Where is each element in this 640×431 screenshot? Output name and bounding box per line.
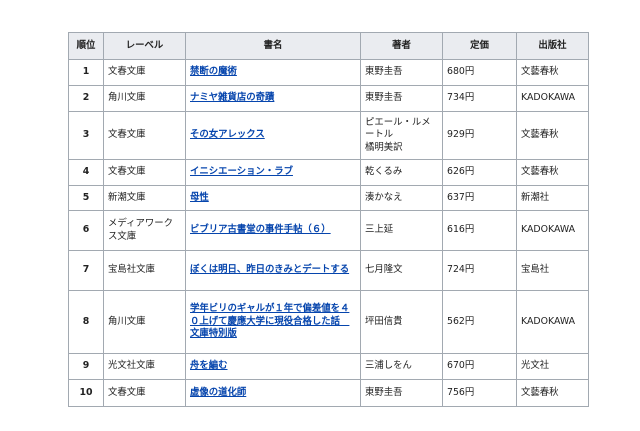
rank-cell: 9 (68, 353, 104, 380)
book-title-link[interactable]: 母性 (190, 192, 209, 203)
author-cell: ピエール・ルメートル 橘明美訳 (360, 111, 443, 160)
table-row: 8 角川文庫 学年ビリのギャルが１年で偏差値を４０上げて慶應大学に現役合格した話… (68, 290, 589, 354)
table-row: 4 文春文庫 イニシエーション・ラブ 乾くるみ 626円 文藝春秋 (68, 159, 589, 186)
book-title-link[interactable]: ビブリア古書堂の事件手帖（６） (190, 224, 331, 235)
table-row: 2 角川文庫 ナミヤ雑貨店の奇蹟 東野圭吾 734円 KADOKAWA (68, 85, 589, 112)
book-title-link[interactable]: その女アレックス (190, 129, 265, 140)
author-cell: 東野圭吾 (360, 85, 443, 112)
publisher-cell: 新潮社 (516, 185, 589, 211)
title-cell: 虚像の道化師 (185, 379, 361, 407)
author-cell: 乾くるみ (360, 159, 443, 186)
rank-cell: 4 (68, 159, 104, 186)
table-row: 10 文春文庫 虚像の道化師 東野圭吾 756円 文藝春秋 (68, 379, 589, 407)
title-cell: 母性 (185, 185, 361, 211)
price-cell: 724円 (442, 250, 517, 291)
label-cell: 光文社文庫 (103, 353, 186, 380)
title-cell: ぼくは明日、昨日のきみとデートする (185, 250, 361, 291)
book-title-link[interactable]: ナミヤ雑貨店の奇蹟 (190, 92, 274, 103)
rank-cell: 5 (68, 185, 104, 211)
price-cell: 670円 (442, 353, 517, 380)
author-cell: 東野圭吾 (360, 379, 443, 407)
label-cell: 文春文庫 (103, 111, 186, 160)
title-cell: 禁断の魔術 (185, 59, 361, 86)
table-row: 9 光文社文庫 舟を編む 三浦しをん 670円 光文社 (68, 353, 589, 380)
rank-cell: 6 (68, 210, 104, 251)
author-cell: 三上延 (360, 210, 443, 251)
header-publisher: 出版社 (516, 32, 589, 60)
table-row: 3 文春文庫 その女アレックス ピエール・ルメートル 橘明美訳 929円 文藝春… (68, 111, 589, 160)
author-cell: 湊かなえ (360, 185, 443, 211)
header-rank: 順位 (68, 32, 104, 60)
price-cell: 680円 (442, 59, 517, 86)
book-title-link[interactable]: 学年ビリのギャルが１年で偏差値を４０上げて慶應大学に現役合格した話 文庫特別版 (190, 303, 349, 339)
label-cell: 文春文庫 (103, 379, 186, 407)
bestseller-ranking-table: 順位 レーベル 書名 著者 定価 出版社 1 文春文庫 禁断の魔術 東野圭吾 6… (68, 32, 589, 407)
table-row: 5 新潮文庫 母性 湊かなえ 637円 新潮社 (68, 185, 589, 211)
header-price: 定価 (442, 32, 517, 60)
table-header-row: 順位 レーベル 書名 著者 定価 出版社 (68, 32, 589, 60)
title-cell: その女アレックス (185, 111, 361, 160)
publisher-cell: 文藝春秋 (516, 379, 589, 407)
book-title-link[interactable]: ぼくは明日、昨日のきみとデートする (190, 264, 349, 275)
label-cell: 新潮文庫 (103, 185, 186, 211)
price-cell: 929円 (442, 111, 517, 160)
price-cell: 637円 (442, 185, 517, 211)
book-title-link[interactable]: イニシエーション・ラブ (190, 166, 293, 177)
publisher-cell: 光文社 (516, 353, 589, 380)
label-cell: 角川文庫 (103, 85, 186, 112)
price-cell: 734円 (442, 85, 517, 112)
rank-cell: 1 (68, 59, 104, 86)
author-cell: 東野圭吾 (360, 59, 443, 86)
book-title-link[interactable]: 虚像の道化師 (190, 387, 246, 398)
publisher-cell: 文藝春秋 (516, 159, 589, 186)
title-cell: 舟を編む (185, 353, 361, 380)
rank-cell: 8 (68, 290, 104, 354)
publisher-cell: 文藝春秋 (516, 111, 589, 160)
label-cell: 角川文庫 (103, 290, 186, 354)
table-row: 1 文春文庫 禁断の魔術 東野圭吾 680円 文藝春秋 (68, 59, 589, 86)
author-cell: 三浦しをん (360, 353, 443, 380)
rank-cell: 2 (68, 85, 104, 112)
label-cell: メディアワークス文庫 (103, 210, 186, 251)
rank-cell: 3 (68, 111, 104, 160)
book-title-link[interactable]: 禁断の魔術 (190, 66, 237, 77)
publisher-cell: KADOKAWA (516, 210, 589, 251)
author-cell: 七月隆文 (360, 250, 443, 291)
header-title: 書名 (185, 32, 361, 60)
price-cell: 616円 (442, 210, 517, 251)
price-cell: 562円 (442, 290, 517, 354)
price-cell: 626円 (442, 159, 517, 186)
table-row: 6 メディアワークス文庫 ビブリア古書堂の事件手帖（６） 三上延 616円 KA… (68, 210, 589, 251)
label-cell: 文春文庫 (103, 59, 186, 86)
publisher-cell: KADOKAWA (516, 290, 589, 354)
title-cell: 学年ビリのギャルが１年で偏差値を４０上げて慶應大学に現役合格した話 文庫特別版 (185, 290, 361, 354)
publisher-cell: 宝島社 (516, 250, 589, 291)
table-row: 7 宝島社文庫 ぼくは明日、昨日のきみとデートする 七月隆文 724円 宝島社 (68, 250, 589, 291)
book-title-link[interactable]: 舟を編む (190, 360, 228, 371)
price-cell: 756円 (442, 379, 517, 407)
author-cell: 坪田信貴 (360, 290, 443, 354)
rank-cell: 10 (68, 379, 104, 407)
title-cell: イニシエーション・ラブ (185, 159, 361, 186)
title-cell: ナミヤ雑貨店の奇蹟 (185, 85, 361, 112)
publisher-cell: KADOKAWA (516, 85, 589, 112)
rank-cell: 7 (68, 250, 104, 291)
publisher-cell: 文藝春秋 (516, 59, 589, 86)
header-label: レーベル (103, 32, 186, 60)
header-author: 著者 (360, 32, 443, 60)
label-cell: 宝島社文庫 (103, 250, 186, 291)
label-cell: 文春文庫 (103, 159, 186, 186)
title-cell: ビブリア古書堂の事件手帖（６） (185, 210, 361, 251)
